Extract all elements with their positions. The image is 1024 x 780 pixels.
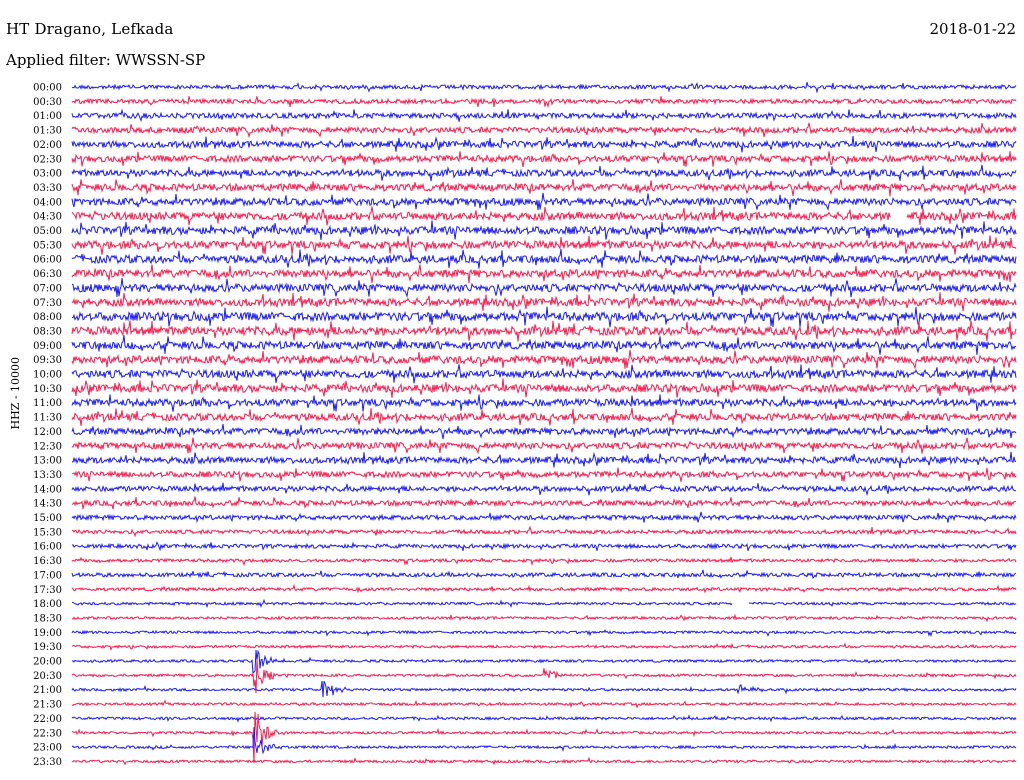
trace-row bbox=[71, 206, 1017, 226]
row-time-label: 16:30 bbox=[33, 556, 62, 567]
trace-row bbox=[71, 364, 1017, 384]
row-time-label: 04:00 bbox=[33, 197, 62, 208]
row-time-label: 05:30 bbox=[33, 240, 62, 251]
trace-row bbox=[71, 680, 1017, 698]
row-time-label: 11:00 bbox=[33, 398, 62, 409]
row-time-label: 01:30 bbox=[33, 126, 62, 137]
trace-row bbox=[71, 629, 1017, 638]
trace-row bbox=[71, 179, 1017, 197]
trace-row bbox=[71, 598, 1017, 609]
trace-row bbox=[71, 496, 1016, 510]
trace-row bbox=[71, 235, 1017, 255]
row-time-label: 22:30 bbox=[33, 728, 62, 739]
row-time-label: 14:30 bbox=[33, 499, 62, 510]
row-time-label: 10:00 bbox=[33, 370, 62, 381]
row-time-label: 13:30 bbox=[33, 470, 62, 481]
trace-row bbox=[71, 642, 1017, 651]
trace-row bbox=[71, 320, 1017, 342]
trace-row bbox=[71, 699, 1017, 709]
row-time-label: 20:00 bbox=[33, 657, 62, 668]
trace-row bbox=[71, 569, 1017, 580]
row-time-label: 05:00 bbox=[33, 226, 62, 237]
row-time-label: 18:00 bbox=[33, 599, 62, 610]
row-time-label: 20:30 bbox=[33, 671, 62, 682]
trace-row bbox=[71, 482, 1017, 497]
row-time-label: 23:00 bbox=[33, 743, 62, 754]
row-time-label: 00:00 bbox=[33, 83, 62, 94]
trace-row bbox=[71, 349, 1017, 370]
row-time-label: 15:30 bbox=[33, 527, 62, 538]
trace-row bbox=[71, 220, 1017, 240]
row-time-label: 08:30 bbox=[33, 326, 62, 337]
trace-row bbox=[71, 164, 1017, 182]
trace-row bbox=[71, 122, 1017, 139]
row-time-label: 08:00 bbox=[33, 312, 62, 323]
row-time-label: 12:00 bbox=[33, 427, 62, 438]
row-time-label: 00:30 bbox=[33, 97, 62, 108]
row-time-label: 11:30 bbox=[33, 413, 62, 424]
row-time-label: 19:30 bbox=[33, 642, 62, 653]
trace-row bbox=[71, 335, 1017, 356]
row-time-label: 22:00 bbox=[33, 714, 62, 725]
row-time-label: 18:30 bbox=[33, 613, 62, 624]
trace-row bbox=[71, 192, 1017, 212]
row-time-label: 21:30 bbox=[33, 700, 62, 711]
trace-row bbox=[71, 659, 1017, 694]
row-time-label: 12:30 bbox=[33, 441, 62, 452]
trace-row bbox=[71, 292, 1017, 312]
row-time-label: 14:00 bbox=[33, 484, 62, 495]
trace-row bbox=[71, 714, 1017, 723]
trace-row bbox=[71, 96, 1017, 109]
trace-row bbox=[71, 613, 1017, 623]
row-time-label: 19:00 bbox=[33, 628, 62, 639]
row-time-label: 15:00 bbox=[33, 513, 62, 524]
row-time-label: 09:30 bbox=[33, 355, 62, 366]
row-time-label: 03:30 bbox=[33, 183, 62, 194]
trace-row bbox=[72, 525, 1017, 538]
trace-row bbox=[71, 108, 1017, 123]
trace-row bbox=[71, 81, 1017, 94]
row-time-label: 01:00 bbox=[33, 111, 62, 122]
helicorder-plot: 00:00 00:30 01:00 01:30 02:00 02:30 03:00 03:30… bbox=[33, 81, 1017, 768]
row-time-label: 07:30 bbox=[33, 298, 62, 309]
row-time-label: 21:00 bbox=[33, 685, 62, 696]
trace-row bbox=[71, 727, 1017, 755]
trace-row bbox=[71, 541, 1017, 552]
trace-row bbox=[71, 451, 1017, 469]
row-time-label: 17:00 bbox=[33, 570, 62, 581]
trace-row bbox=[71, 394, 1017, 412]
row-time-label: 09:00 bbox=[33, 341, 62, 352]
row-time-label: 02:00 bbox=[33, 140, 62, 151]
trace-row bbox=[71, 467, 1017, 482]
row-time-label: 06:30 bbox=[33, 269, 62, 280]
trace-row bbox=[71, 378, 1017, 398]
trace-row bbox=[71, 437, 1017, 455]
trace-row bbox=[71, 407, 1017, 427]
row-time-label: 16:00 bbox=[33, 542, 62, 553]
row-time-label: 17:30 bbox=[33, 585, 62, 596]
row-time-label: 10:30 bbox=[33, 384, 62, 395]
trace-row bbox=[71, 249, 1017, 269]
row-time-label: 03:00 bbox=[33, 169, 62, 180]
trace-row bbox=[71, 556, 1017, 567]
trace-row bbox=[71, 423, 1017, 440]
trace-row bbox=[71, 511, 1017, 524]
trace-row bbox=[71, 756, 1017, 766]
row-time-label: 13:00 bbox=[33, 456, 62, 467]
trace-row bbox=[71, 306, 1017, 328]
trace-row bbox=[71, 151, 1017, 167]
row-time-label: 02:30 bbox=[33, 154, 62, 165]
trace-row bbox=[71, 136, 1017, 153]
row-time-label: 06:00 bbox=[33, 255, 62, 266]
trace-row bbox=[71, 264, 1017, 284]
row-time-label: 04:30 bbox=[33, 212, 62, 223]
trace-row bbox=[71, 583, 1017, 594]
row-time-label: 23:30 bbox=[33, 757, 62, 768]
row-time-label: 07:00 bbox=[33, 283, 62, 294]
